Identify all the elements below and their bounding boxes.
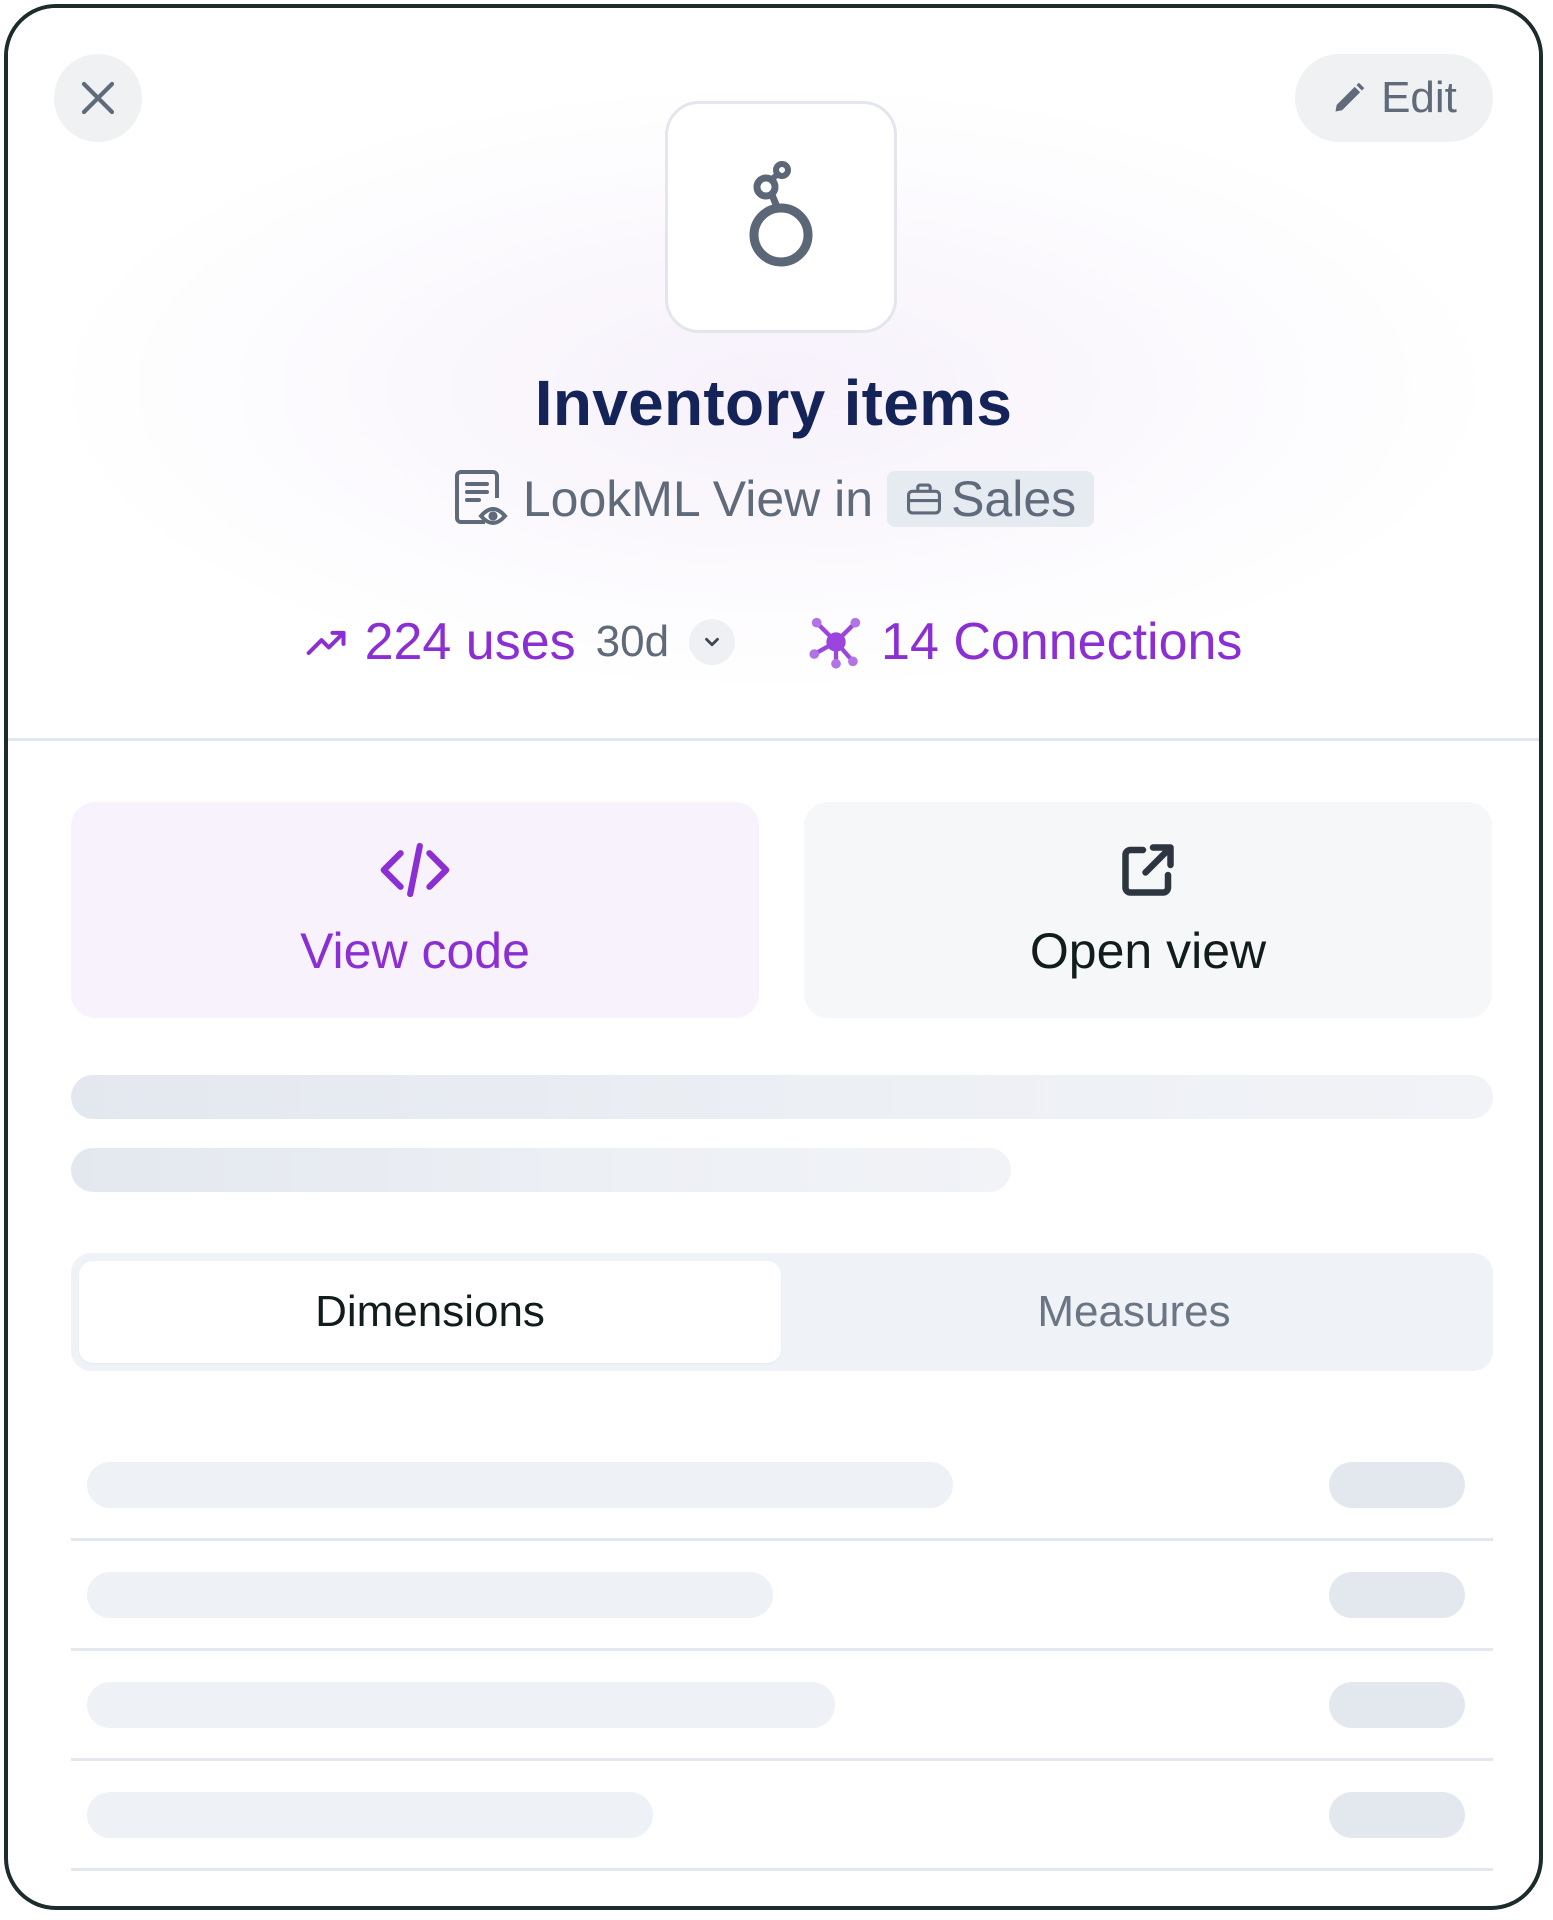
placeholder-bar (87, 1792, 653, 1838)
close-icon (81, 81, 115, 115)
item-title: Inventory items (534, 367, 1013, 439)
list-item-placeholder (71, 1538, 1493, 1651)
looker-logo-icon (749, 161, 813, 267)
placeholder-bar (87, 1462, 953, 1508)
network-icon (809, 617, 861, 669)
detail-panel: Edit Inventory items LookML View in Sale… (4, 4, 1543, 1910)
hero-section: Edit Inventory items LookML View in Sale… (8, 8, 1539, 741)
trend-up-icon (306, 630, 346, 656)
field-tabs: Dimensions Measures (71, 1253, 1493, 1371)
folder-label: Sales (951, 471, 1077, 527)
pencil-icon (1335, 82, 1365, 112)
description-placeholder-line (71, 1148, 1011, 1192)
uses-label: 224 uses (364, 613, 576, 671)
close-button[interactable] (54, 54, 142, 142)
edit-label: Edit (1381, 73, 1457, 122)
placeholder-badge (1329, 1462, 1465, 1508)
placeholder-bar (87, 1682, 835, 1728)
code-icon (380, 842, 450, 898)
open-view-button[interactable]: Open view (804, 802, 1492, 1018)
placeholder-badge (1329, 1682, 1465, 1728)
list-item-placeholder (71, 1648, 1493, 1761)
list-item-placeholder (71, 1758, 1493, 1871)
list-item-placeholder (71, 1428, 1493, 1541)
open-view-label: Open view (1029, 923, 1267, 979)
description-placeholder-line (71, 1075, 1493, 1119)
item-subtitle: LookML View in Sales (8, 464, 1539, 534)
view-code-label: View code (300, 923, 530, 979)
connections-stat[interactable]: 14 Connections (807, 612, 1242, 672)
tab-dimensions[interactable]: Dimensions (79, 1261, 781, 1363)
document-eye-icon (454, 470, 508, 525)
external-link-icon (1122, 844, 1174, 896)
period-label: 30d (595, 617, 670, 666)
briefcase-icon (907, 483, 942, 515)
chevron-down-icon (705, 637, 719, 647)
item-logo (665, 101, 897, 333)
connections-label: 14 Connections (881, 613, 1243, 671)
placeholder-badge (1329, 1572, 1465, 1618)
view-code-button[interactable]: View code (71, 802, 759, 1018)
folder-tag[interactable]: Sales (887, 471, 1095, 527)
period-dropdown[interactable] (689, 619, 736, 665)
item-stats: 224 uses 30d 14 Connections (8, 604, 1539, 680)
tab-measures[interactable]: Measures (783, 1261, 1485, 1363)
placeholder-bar (87, 1572, 773, 1618)
uses-stat[interactable]: 224 uses 30d (305, 612, 736, 672)
placeholder-badge (1329, 1792, 1465, 1838)
edit-button[interactable]: Edit (1295, 54, 1493, 142)
item-type-label: LookML View in (522, 471, 874, 527)
